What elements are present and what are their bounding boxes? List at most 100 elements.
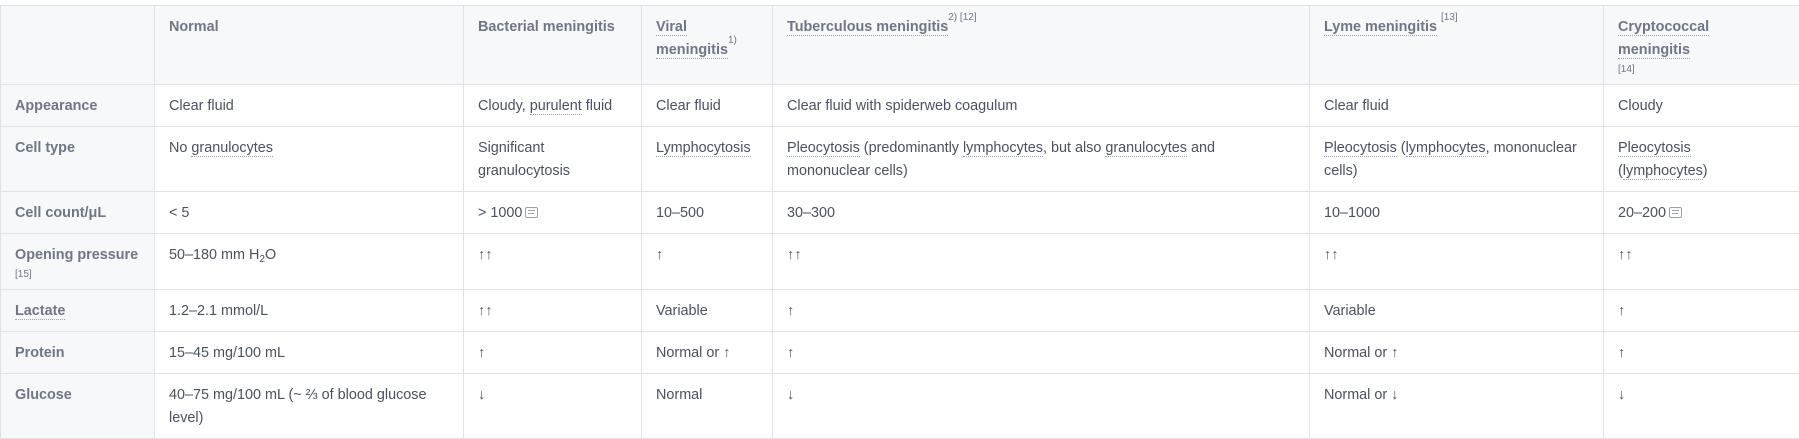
subscript: 2: [259, 254, 265, 265]
col-tuberculous-link[interactable]: Tuberculous meningitis: [787, 19, 948, 36]
note-icon[interactable]: [525, 207, 538, 218]
cell-text: ): [1703, 163, 1708, 179]
note-icon[interactable]: [1669, 207, 1682, 218]
row-label-text: Opening pressure: [15, 247, 138, 263]
pleocytosis-link[interactable]: Pleocytosis: [1618, 140, 1691, 157]
lymphocytes-link[interactable]: lymphocytes: [963, 140, 1043, 157]
lymphocytes-link[interactable]: lymphocytes: [1406, 140, 1486, 157]
cell-tuberculous: ↑↑: [773, 234, 1310, 290]
col-lyme-ref[interactable]: [13]: [1441, 12, 1458, 23]
cell-normal: 50–180 mm H2O: [155, 234, 464, 290]
row-appearance: Appearance Clear fluid Cloudy, purulent …: [1, 85, 1799, 127]
cell-viral: 10–500: [642, 192, 773, 234]
corner-cell: [1, 6, 155, 85]
row-lactate: Lactate 1.2–2.1 mmol/L ↑↑ Variable ↑ Var…: [1, 290, 1799, 332]
cell-text: 50–180 mm H: [169, 247, 259, 263]
cell-tuberculous: ↑: [773, 290, 1310, 332]
col-bacterial: Bacterial meningitis: [464, 6, 642, 85]
cell-bacterial: > 1000: [464, 192, 642, 234]
cell-text: No: [169, 140, 191, 156]
cell-crypto: ↑↑: [1604, 234, 1799, 290]
cell-lyme: Normal or ↑: [1310, 332, 1604, 374]
col-normal: Normal: [155, 6, 464, 85]
cell-text: Cloudy,: [478, 98, 530, 114]
cell-tuberculous: ↑: [773, 332, 1310, 374]
cell-tuberculous: 30–300: [773, 192, 1310, 234]
col-crypto-link[interactable]: Cryptococcal meningitis: [1618, 19, 1709, 59]
cell-crypto: Cloudy: [1604, 85, 1799, 127]
cell-crypto: ↑: [1604, 332, 1799, 374]
cell-bacterial: ↑↑: [464, 290, 642, 332]
row-glucose: Glucose 40–75 mg/100 mL (~ ⅔ of blood gl…: [1, 374, 1799, 439]
cell-lyme: Variable: [1310, 290, 1604, 332]
row-label: Glucose: [1, 374, 155, 439]
cell-viral: Variable: [642, 290, 773, 332]
cell-normal: 40–75 mg/100 mL (~ ⅔ of blood glucose le…: [155, 374, 464, 439]
row-cell-count: Cell count/μL < 5 > 1000 10–500 30–300 1…: [1, 192, 1799, 234]
cell-viral: Lymphocytosis: [642, 127, 773, 192]
cell-crypto: 20–200: [1604, 192, 1799, 234]
col-viral-ref[interactable]: 1): [728, 35, 737, 46]
cell-text: fluid: [582, 98, 612, 114]
cell-lyme: ↑↑: [1310, 234, 1604, 290]
lymphocytosis-link[interactable]: Lymphocytosis: [656, 140, 751, 157]
cell-text: (: [1397, 140, 1406, 156]
col-lyme-link[interactable]: Lyme meningitis: [1324, 19, 1437, 36]
col-lyme: Lyme meningitis [13]: [1310, 6, 1604, 85]
row-protein: Protein 15–45 mg/100 mL ↑ Normal or ↑ ↑ …: [1, 332, 1799, 374]
cell-lyme: Normal or ↓: [1310, 374, 1604, 439]
row-label-ref[interactable]: [15]: [15, 269, 140, 281]
row-cell-type: Cell type No granulocytes Significant gr…: [1, 127, 1799, 192]
cell-bacterial: ↑↑: [464, 234, 642, 290]
cell-lyme: Pleocytosis (lymphocytes, mononuclear ce…: [1310, 127, 1604, 192]
lactate-link[interactable]: Lactate: [15, 303, 65, 320]
cell-lyme: 10–1000: [1310, 192, 1604, 234]
cell-bacterial: Significant granulocytosis: [464, 127, 642, 192]
cell-tuberculous: Pleocytosis (predominantly lymphocytes, …: [773, 127, 1310, 192]
col-viral: Viral meningitis1): [642, 6, 773, 85]
col-normal-label: Normal: [169, 19, 219, 35]
cell-normal: < 5: [155, 192, 464, 234]
col-tuberculous-ref[interactable]: 2) [12]: [948, 12, 976, 23]
cell-tuberculous: Clear fluid with spiderweb coagulum: [773, 85, 1310, 127]
cell-normal: No granulocytes: [155, 127, 464, 192]
cell-normal: 15–45 mg/100 mL: [155, 332, 464, 374]
cell-text: > 1000: [478, 205, 522, 221]
purulent-link[interactable]: purulent: [530, 98, 582, 115]
header-row: Normal Bacterial meningitis Viral mening…: [1, 6, 1799, 85]
col-bacterial-label: Bacterial meningitis: [478, 19, 615, 35]
cell-tuberculous: ↓: [773, 374, 1310, 439]
cell-bacterial: ↓: [464, 374, 642, 439]
cell-normal: 1.2–2.1 mmol/L: [155, 290, 464, 332]
col-crypto-ref[interactable]: [14]: [1618, 64, 1785, 76]
col-viral-link[interactable]: Viral meningitis: [656, 19, 728, 59]
cell-lyme: Clear fluid: [1310, 85, 1604, 127]
cell-text: (predominantly: [860, 140, 963, 156]
cell-viral: Normal: [642, 374, 773, 439]
granulocytes-link[interactable]: granulocytes: [191, 140, 273, 157]
row-label: Appearance: [1, 85, 155, 127]
cell-crypto: ↓: [1604, 374, 1799, 439]
row-label: Opening pressure [15]: [1, 234, 155, 290]
cell-viral: Normal or ↑: [642, 332, 773, 374]
pleocytosis-link[interactable]: Pleocytosis: [787, 140, 860, 157]
row-label: Cell type: [1, 127, 155, 192]
lymphocytes-link[interactable]: lymphocytes: [1623, 163, 1703, 180]
cell-text: , but also: [1043, 140, 1105, 156]
cell-bacterial: ↑: [464, 332, 642, 374]
cell-viral: Clear fluid: [642, 85, 773, 127]
pleocytosis-link[interactable]: Pleocytosis: [1324, 140, 1397, 157]
cell-bacterial: Cloudy, purulent fluid: [464, 85, 642, 127]
row-label: Lactate: [1, 290, 155, 332]
row-opening-pressure: Opening pressure[15] 50–180 mm H2O ↑↑ ↑ …: [1, 234, 1799, 290]
col-tuberculous: Tuberculous meningitis2) [12]: [773, 6, 1310, 85]
cell-text: O: [265, 247, 276, 263]
row-label: Protein: [1, 332, 155, 374]
granulocytes-link[interactable]: granulocytes: [1105, 140, 1187, 157]
cell-crypto: Pleocytosis(lymphocytes): [1604, 127, 1799, 192]
cell-normal: Clear fluid: [155, 85, 464, 127]
col-crypto: Cryptococcal meningitis [14]: [1604, 6, 1799, 85]
cell-text: 20–200: [1618, 205, 1666, 221]
csf-findings-table: Normal Bacterial meningitis Viral mening…: [0, 5, 1799, 439]
row-label: Cell count/μL: [1, 192, 155, 234]
